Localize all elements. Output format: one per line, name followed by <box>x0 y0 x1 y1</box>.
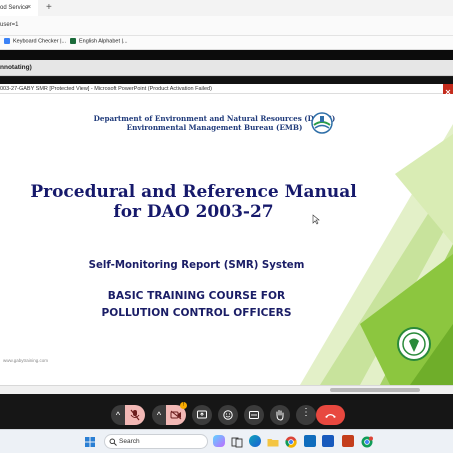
file-explorer-app[interactable] <box>267 435 279 447</box>
phone-hangup-icon <box>325 414 336 418</box>
edge-app[interactable] <box>249 435 261 447</box>
chrome-profile-app[interactable] <box>361 435 373 448</box>
windows-taskbar <box>0 429 453 453</box>
slide-title-line1: Procedural and Reference Manual <box>30 182 357 202</box>
bookmark-keyboard-checker[interactable]: Keyboard Checker |... <box>4 38 66 44</box>
bookmarks-bar <box>0 36 453 50</box>
slide-title-line2: for DAO 2003-27 <box>113 202 274 222</box>
keyboard-checker-icon <box>4 38 10 44</box>
leave-call-button[interactable] <box>316 405 345 425</box>
copilot-app[interactable] <box>213 435 225 447</box>
taskbar-search[interactable]: Search <box>104 434 208 449</box>
outlook-app[interactable] <box>304 435 316 447</box>
website-text: www.gabytraining.com <box>3 358 49 363</box>
bookmark-english-alphabet[interactable]: English Alphabet |... <box>70 38 128 44</box>
mic-button[interactable] <box>125 405 145 425</box>
scrollbar-thumb[interactable] <box>330 388 420 392</box>
mouse-cursor-icon <box>312 214 320 225</box>
address-field[interactable]: user=1 <box>0 22 19 28</box>
mic-options-button[interactable]: ^ <box>111 405 125 425</box>
word-app[interactable] <box>322 435 334 447</box>
chrome-icon <box>285 436 297 448</box>
captions-button[interactable] <box>244 405 264 425</box>
browser-tab[interactable]: od Service <box>0 0 38 16</box>
folder-icon <box>267 439 279 447</box>
address-bar-row <box>0 16 453 36</box>
slide: Department of Environment and Natural Re… <box>0 94 453 385</box>
course-line2: POLLUTION CONTROL OFFICERS <box>101 307 292 319</box>
course-line1: BASIC TRAINING COURSE FOR <box>107 290 286 302</box>
gaby-logo <box>397 327 431 361</box>
hand-icon <box>276 410 284 421</box>
annotation-banner: nnotating) <box>0 60 453 76</box>
camera-warning-badge: ! <box>180 402 187 409</box>
present-icon <box>197 410 207 419</box>
chevron-up-icon: ^ <box>115 410 121 420</box>
new-tab-button[interactable]: + <box>46 2 52 13</box>
captions-icon <box>249 411 259 419</box>
org-name-line1: Department of Environment and Natural Re… <box>93 114 336 123</box>
browser-tab-bar <box>0 0 453 16</box>
chrome-app[interactable] <box>285 435 297 448</box>
more-options-button[interactable]: ⋮ <box>296 405 316 425</box>
raise-hand-button[interactable] <box>270 405 290 425</box>
camera-off-icon <box>170 410 182 420</box>
task-view-icon <box>231 437 243 448</box>
search-placeholder: Search <box>119 438 140 445</box>
meeting-background <box>0 50 453 60</box>
share-border <box>0 77 453 84</box>
powerpoint-app[interactable] <box>342 435 354 447</box>
present-button[interactable] <box>192 405 212 425</box>
window-close-button[interactable] <box>443 84 453 95</box>
english-alphabet-icon <box>70 38 76 44</box>
chevron-up-icon: ^ <box>156 410 162 420</box>
windows-start-button[interactable] <box>84 435 96 447</box>
denr-logo <box>311 112 333 134</box>
tab-close-icon[interactable]: × <box>27 4 31 11</box>
slide-subtitle: Self-Monitoring Report (SMR) System <box>88 260 305 271</box>
reactions-button[interactable] <box>218 405 238 425</box>
slide-decoration <box>300 124 453 385</box>
org-name-line2: Environmental Management Bureau (EMB) <box>126 123 303 132</box>
emoji-icon <box>223 410 233 420</box>
chrome-profile-icon <box>361 436 373 448</box>
windows-start-icon <box>85 437 95 447</box>
mic-off-icon <box>130 409 140 421</box>
task-view-app[interactable] <box>231 435 243 448</box>
search-icon <box>109 438 117 446</box>
powerpoint-title-bar: 003-27-GABY SMR [Protected View] - Micro… <box>0 84 453 94</box>
tab-title: od Service <box>0 5 29 11</box>
more-icon: ⋮ <box>301 407 311 418</box>
camera-options-button[interactable]: ^ <box>152 405 166 425</box>
